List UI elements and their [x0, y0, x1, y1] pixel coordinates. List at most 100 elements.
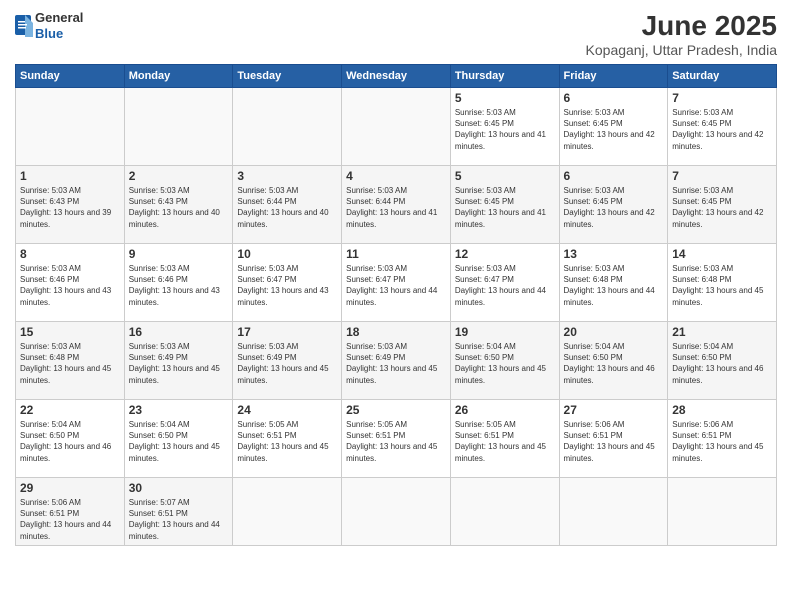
- day-number: 14: [672, 247, 772, 261]
- calendar-cell: [342, 88, 451, 166]
- calendar-cell: 2 Sunrise: 5:03 AM Sunset: 6:43 PM Dayli…: [124, 166, 233, 244]
- day-info: Sunrise: 5:05 AM Sunset: 6:51 PM Dayligh…: [237, 419, 337, 464]
- day-number: 16: [129, 325, 229, 339]
- calendar-cell: 11 Sunrise: 5:03 AM Sunset: 6:47 PM Dayl…: [342, 244, 451, 322]
- col-monday: Monday: [124, 65, 233, 88]
- day-info: Sunrise: 5:03 AM Sunset: 6:48 PM Dayligh…: [564, 263, 664, 308]
- day-info: Sunrise: 5:03 AM Sunset: 6:44 PM Dayligh…: [237, 185, 337, 230]
- day-number: 29: [20, 481, 120, 495]
- calendar-cell: 26 Sunrise: 5:05 AM Sunset: 6:51 PM Dayl…: [450, 400, 559, 478]
- day-number: 9: [129, 247, 229, 261]
- day-info: Sunrise: 5:03 AM Sunset: 6:46 PM Dayligh…: [129, 263, 229, 308]
- logo-icon: [15, 15, 33, 37]
- day-info: Sunrise: 5:05 AM Sunset: 6:51 PM Dayligh…: [455, 419, 555, 464]
- calendar-cell: 3 Sunrise: 5:03 AM Sunset: 6:44 PM Dayli…: [233, 166, 342, 244]
- day-info: Sunrise: 5:05 AM Sunset: 6:51 PM Dayligh…: [346, 419, 446, 464]
- calendar-cell: [450, 478, 559, 546]
- calendar-cell: 7 Sunrise: 5:03 AM Sunset: 6:45 PM Dayli…: [668, 166, 777, 244]
- day-info: Sunrise: 5:03 AM Sunset: 6:45 PM Dayligh…: [672, 107, 772, 152]
- logo-text: General Blue: [35, 10, 83, 41]
- calendar-cell: [16, 88, 125, 166]
- calendar-cell: 10 Sunrise: 5:03 AM Sunset: 6:47 PM Dayl…: [233, 244, 342, 322]
- day-number: 30: [129, 481, 229, 495]
- day-info: Sunrise: 5:03 AM Sunset: 6:47 PM Dayligh…: [455, 263, 555, 308]
- day-number: 19: [455, 325, 555, 339]
- calendar-cell: 13 Sunrise: 5:03 AM Sunset: 6:48 PM Dayl…: [559, 244, 668, 322]
- day-info: Sunrise: 5:06 AM Sunset: 6:51 PM Dayligh…: [20, 497, 120, 542]
- day-info: Sunrise: 5:07 AM Sunset: 6:51 PM Dayligh…: [129, 497, 229, 542]
- day-number: 26: [455, 403, 555, 417]
- day-info: Sunrise: 5:03 AM Sunset: 6:43 PM Dayligh…: [20, 185, 120, 230]
- title-section: June 2025 Kopaganj, Uttar Pradesh, India: [586, 10, 777, 58]
- calendar-cell: 25 Sunrise: 5:05 AM Sunset: 6:51 PM Dayl…: [342, 400, 451, 478]
- logo-general-text: General: [35, 10, 83, 26]
- day-number: 22: [20, 403, 120, 417]
- day-number: 23: [129, 403, 229, 417]
- day-info: Sunrise: 5:04 AM Sunset: 6:50 PM Dayligh…: [564, 341, 664, 386]
- day-info: Sunrise: 5:04 AM Sunset: 6:50 PM Dayligh…: [455, 341, 555, 386]
- calendar-cell: 19 Sunrise: 5:04 AM Sunset: 6:50 PM Dayl…: [450, 322, 559, 400]
- day-number: 10: [237, 247, 337, 261]
- calendar-cell: [668, 478, 777, 546]
- month-title: June 2025: [586, 10, 777, 42]
- calendar-cell: 8 Sunrise: 5:03 AM Sunset: 6:46 PM Dayli…: [16, 244, 125, 322]
- day-number: 17: [237, 325, 337, 339]
- calendar-cell: 18 Sunrise: 5:03 AM Sunset: 6:49 PM Dayl…: [342, 322, 451, 400]
- col-saturday: Saturday: [668, 65, 777, 88]
- logo: General Blue: [15, 10, 83, 41]
- day-number: 11: [346, 247, 446, 261]
- day-info: Sunrise: 5:04 AM Sunset: 6:50 PM Dayligh…: [129, 419, 229, 464]
- day-info: Sunrise: 5:03 AM Sunset: 6:47 PM Dayligh…: [346, 263, 446, 308]
- col-sunday: Sunday: [16, 65, 125, 88]
- col-thursday: Thursday: [450, 65, 559, 88]
- day-number: 7: [672, 91, 772, 105]
- day-info: Sunrise: 5:03 AM Sunset: 6:45 PM Dayligh…: [455, 185, 555, 230]
- day-info: Sunrise: 5:03 AM Sunset: 6:46 PM Dayligh…: [20, 263, 120, 308]
- day-number: 28: [672, 403, 772, 417]
- header: General Blue June 2025 Kopaganj, Uttar P…: [15, 10, 777, 58]
- calendar-cell: 28 Sunrise: 5:06 AM Sunset: 6:51 PM Dayl…: [668, 400, 777, 478]
- day-number: 12: [455, 247, 555, 261]
- day-info: Sunrise: 5:03 AM Sunset: 6:49 PM Dayligh…: [129, 341, 229, 386]
- day-info: Sunrise: 5:03 AM Sunset: 6:48 PM Dayligh…: [672, 263, 772, 308]
- calendar-cell: 29 Sunrise: 5:06 AM Sunset: 6:51 PM Dayl…: [16, 478, 125, 546]
- day-info: Sunrise: 5:06 AM Sunset: 6:51 PM Dayligh…: [672, 419, 772, 464]
- day-number: 6: [564, 91, 664, 105]
- day-info: Sunrise: 5:03 AM Sunset: 6:47 PM Dayligh…: [237, 263, 337, 308]
- col-tuesday: Tuesday: [233, 65, 342, 88]
- day-number: 27: [564, 403, 664, 417]
- col-friday: Friday: [559, 65, 668, 88]
- calendar-cell: [233, 88, 342, 166]
- calendar-cell: 4 Sunrise: 5:03 AM Sunset: 6:44 PM Dayli…: [342, 166, 451, 244]
- day-info: Sunrise: 5:03 AM Sunset: 6:45 PM Dayligh…: [564, 107, 664, 152]
- calendar-cell: 14 Sunrise: 5:03 AM Sunset: 6:48 PM Dayl…: [668, 244, 777, 322]
- calendar-cell: 24 Sunrise: 5:05 AM Sunset: 6:51 PM Dayl…: [233, 400, 342, 478]
- calendar-cell: 15 Sunrise: 5:03 AM Sunset: 6:48 PM Dayl…: [16, 322, 125, 400]
- page: General Blue June 2025 Kopaganj, Uttar P…: [0, 0, 792, 612]
- calendar-cell: [124, 88, 233, 166]
- day-number: 15: [20, 325, 120, 339]
- day-number: 7: [672, 169, 772, 183]
- day-info: Sunrise: 5:03 AM Sunset: 6:43 PM Dayligh…: [129, 185, 229, 230]
- day-info: Sunrise: 5:03 AM Sunset: 6:49 PM Dayligh…: [346, 341, 446, 386]
- day-info: Sunrise: 5:03 AM Sunset: 6:45 PM Dayligh…: [455, 107, 555, 152]
- calendar-cell: 7 Sunrise: 5:03 AM Sunset: 6:45 PM Dayli…: [668, 88, 777, 166]
- day-number: 2: [129, 169, 229, 183]
- calendar-cell: 17 Sunrise: 5:03 AM Sunset: 6:49 PM Dayl…: [233, 322, 342, 400]
- calendar-cell: 5 Sunrise: 5:03 AM Sunset: 6:45 PM Dayli…: [450, 88, 559, 166]
- calendar-cell: 6 Sunrise: 5:03 AM Sunset: 6:45 PM Dayli…: [559, 166, 668, 244]
- calendar-cell: [342, 478, 451, 546]
- calendar-cell: [559, 478, 668, 546]
- day-info: Sunrise: 5:04 AM Sunset: 6:50 PM Dayligh…: [20, 419, 120, 464]
- day-number: 5: [455, 169, 555, 183]
- day-number: 6: [564, 169, 664, 183]
- calendar-cell: 27 Sunrise: 5:06 AM Sunset: 6:51 PM Dayl…: [559, 400, 668, 478]
- calendar-cell: 23 Sunrise: 5:04 AM Sunset: 6:50 PM Dayl…: [124, 400, 233, 478]
- day-number: 20: [564, 325, 664, 339]
- calendar-header-row: Sunday Monday Tuesday Wednesday Thursday…: [16, 65, 777, 88]
- day-number: 5: [455, 91, 555, 105]
- day-number: 21: [672, 325, 772, 339]
- calendar-cell: 16 Sunrise: 5:03 AM Sunset: 6:49 PM Dayl…: [124, 322, 233, 400]
- day-number: 18: [346, 325, 446, 339]
- col-wednesday: Wednesday: [342, 65, 451, 88]
